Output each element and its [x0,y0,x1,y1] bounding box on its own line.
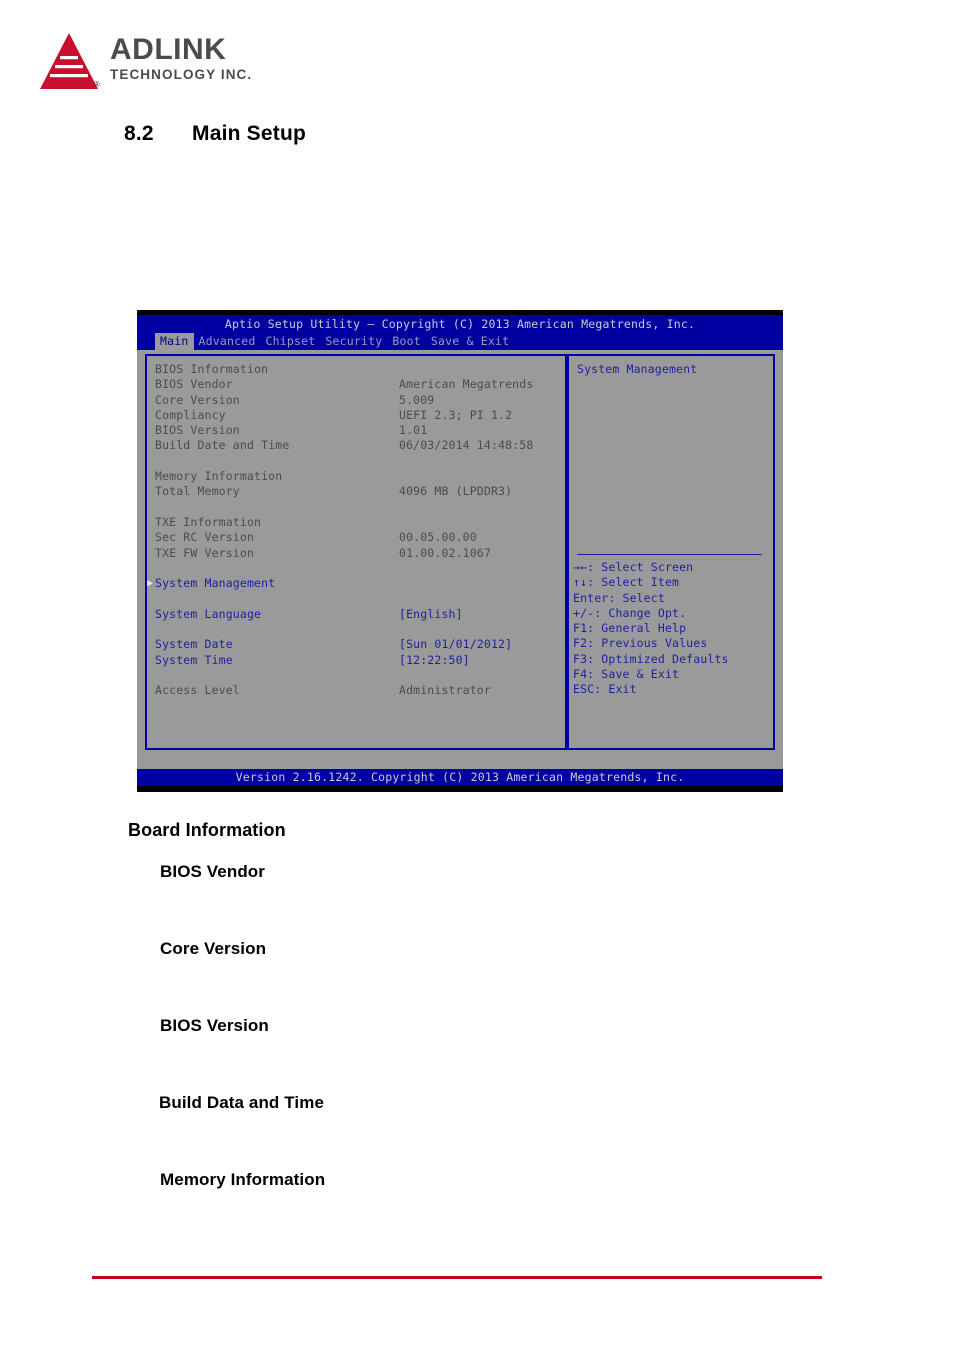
bios-row-system-language[interactable]: System Language [English] [155,607,559,622]
bios-row-txe-fw-version: TXE FW Version 01.00.02.1067 [155,546,559,561]
row-spacer [155,622,559,637]
bios-row-bios-version: BIOS Version 1.01 [155,423,559,438]
bios-menu-bar: Main Advanced Chipset Security Boot Save & Ex… [137,333,783,350]
row-spacer [155,561,559,576]
bios-row-compliancy: Compliancy UEFI 2.3; PI 1.2 [155,408,559,423]
help-panel-title: System Management [577,362,698,376]
body-item-memory-information: Memory Information [160,1170,326,1189]
bios-row-label: System Management [155,576,276,591]
bios-row-value: 00.05.00.00 [399,530,477,545]
body-item-bios-vendor: BIOS Vendor [160,862,266,881]
board-information-heading: Board Information [128,820,286,840]
logo-wordmark: ADLINK [110,33,227,66]
help-key-line: +/-: Change Opt. [573,605,687,620]
bios-row-label: Compliancy [155,407,226,422]
bios-tab-save-exit[interactable]: Save & Exit [426,333,514,350]
bios-row-label: Build Date and Time [155,438,290,453]
bios-row-core-version: Core Version 5.009 [155,393,559,408]
help-key-line: F3: Optimized Defaults [573,651,729,666]
help-panel-keys: →←: Select Screen ↑↓: Select Item Enter: S… [573,560,729,698]
help-key-line: Enter: Select [573,590,665,605]
help-key-line: ↑↓: Select Item [573,575,680,590]
bios-row-value: 4096 MB (LPDDR3) [399,484,513,499]
bios-row-value: Administrator [399,683,491,698]
bios-row-build-date-and-time: Build Date and Time 06/03/2014 14:48:58 [155,438,559,453]
bios-title-bar: Aptio Setup Utility – Copyright (C) 2013… [137,315,783,333]
section-title: Main Setup [192,122,307,145]
bios-bottom-border [137,786,783,792]
bios-row-label: BIOS Version [155,423,240,438]
bios-row-label: Memory Information [155,469,283,484]
adlink-logo: ADLINK TECHNOLOGY INC. ® [38,30,268,92]
bios-row-sec-rc-version: Sec RC Version 00.05.00.00 [155,530,559,545]
bios-row-value[interactable]: [Sun 01/01/2012] [399,637,512,652]
bios-tab-main[interactable]: Main [155,333,194,350]
bios-row-value[interactable]: [English] [399,607,463,622]
bios-row-label: Access Level [155,683,240,698]
bios-screenshot: Aptio Setup Utility – Copyright (C) 2013… [137,310,783,792]
bios-row-label: BIOS Information [155,362,269,376]
bios-footer-bar: Version 2.16.1242. Copyright (C) 2013 Am… [137,769,783,786]
body-item-core-version: Core Version [160,939,267,958]
row-spacer [155,454,559,469]
bios-row-label: System Time [155,652,233,667]
bios-row-label: Sec RC Version [155,530,255,545]
body-item-bios-version: BIOS Version [160,1016,269,1035]
bios-row-system-time[interactable]: System Time [12:22:50] [155,653,559,668]
bios-footer-gap [137,760,783,769]
bios-row-value: 06/03/2014 14:48:58 [399,438,534,453]
bios-tab-chipset[interactable]: Chipset [261,333,321,350]
bios-row-memory-information: Memory Information [155,469,559,484]
bios-row-label: TXE Information [155,514,262,529]
adlink-triangle-icon [40,33,98,89]
bios-row-label: Core Version [155,392,240,407]
submenu-arrow-icon: ▶ [147,578,154,590]
registered-trademark-icon: ® [94,80,100,89]
bios-row-total-memory: Total Memory 4096 MB (LPDDR3) [155,484,559,499]
row-spacer [155,668,559,683]
bios-row-label: TXE FW Version [155,545,255,560]
bios-info-rows: BIOS Information BIOS Vendor American Mega… [147,362,559,699]
bios-tab-security[interactable]: Security [320,333,387,350]
row-spacer [155,591,559,606]
help-key-line: F1: General Help [573,621,687,636]
footer-divider [92,1276,822,1279]
bios-row-bios-vendor: BIOS Vendor American Megatrends [155,377,559,392]
bios-row-label: BIOS Vendor [155,377,233,392]
bios-row-system-management[interactable]: ▶ System Management [147,576,559,591]
help-key-line: →←: Select Screen [573,560,694,574]
help-key-line: F2: Previous Values [573,636,708,651]
help-key-line: F4: Save & Exit [573,667,680,682]
bios-row-system-date[interactable]: System Date [Sun 01/01/2012] [155,637,559,652]
bios-row-value[interactable]: [12:22:50] [399,653,470,668]
bios-row-label: System Language [155,606,262,621]
bios-row-value: 01.00.02.1067 [399,545,491,560]
bios-row-txe-information: TXE Information [155,515,559,530]
bios-row-access-level: Access Level Administrator [155,683,559,698]
logo-tagline: TECHNOLOGY INC. [110,67,253,82]
bios-row-value: American Megatrends [399,377,534,392]
bios-row-label: System Date [155,637,233,652]
bios-row-value: 5.009 [399,392,435,407]
bios-row-bios-information: BIOS Information [155,362,559,377]
page-title: 8.2 Main Setup [124,122,306,146]
help-key-line: ESC: Exit [573,682,637,697]
bios-row-value: UEFI 2.3; PI 1.2 [399,407,513,422]
bios-row-value: 1.01 [399,423,428,438]
bios-tab-advanced[interactable]: Advanced [194,333,261,350]
bios-row-label: Total Memory [155,484,240,499]
help-panel-divider [577,554,762,555]
bios-tab-boot[interactable]: Boot [387,333,426,350]
bios-main-panel: BIOS Information BIOS Vendor American Mega… [145,354,567,750]
bios-help-panel: System Management →←: Select Screen ↑↓: S… [567,354,775,750]
section-number: 8.2 [124,122,154,145]
bios-body: BIOS Information BIOS Vendor American Mega… [137,350,783,754]
body-item-build-data-and-time: Build Data and Time [159,1093,325,1112]
row-spacer [155,500,559,515]
